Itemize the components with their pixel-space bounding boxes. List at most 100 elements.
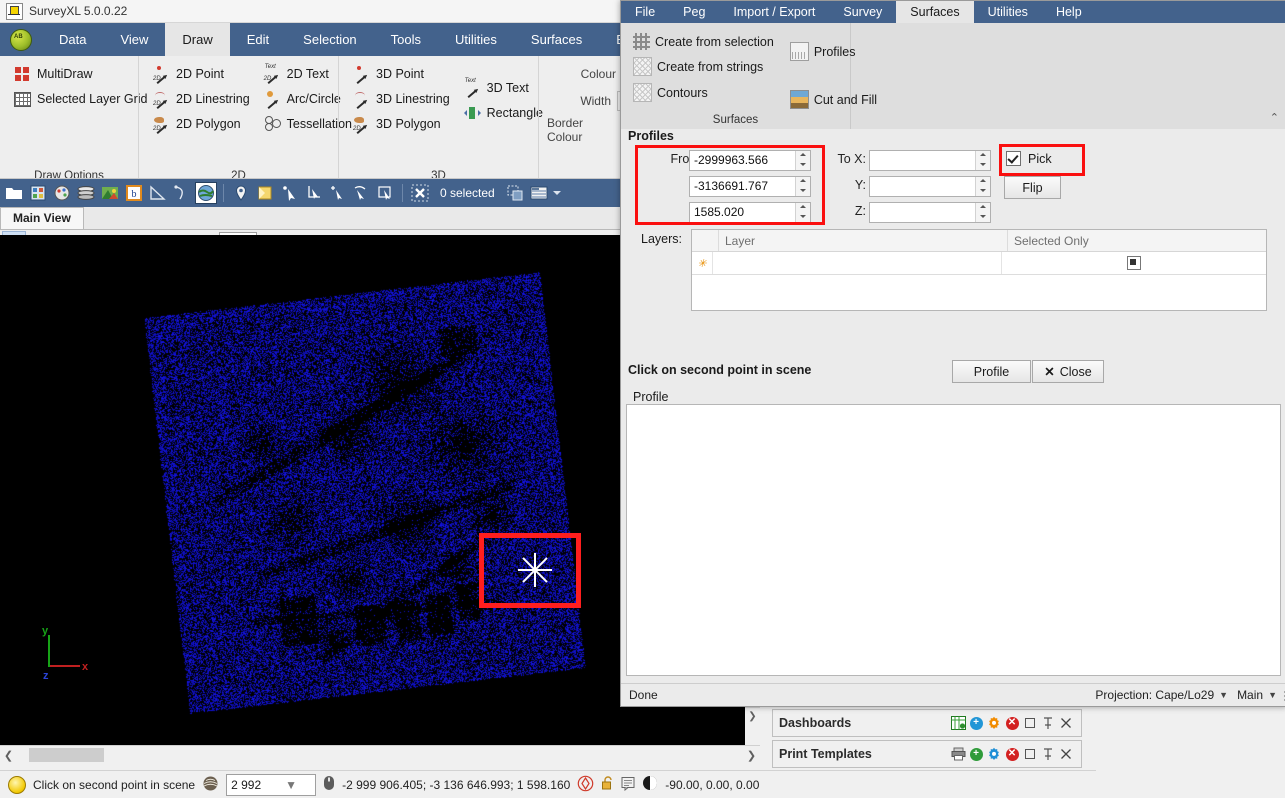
angle-icon[interactable] [148,183,168,203]
globe-icon[interactable] [196,183,216,203]
layers-table[interactable]: Layer Selected Only ✳ [691,229,1267,311]
add-icon[interactable]: + [967,714,985,732]
selected-only-cell[interactable] [1002,252,1266,274]
sw-item-create-from-selection[interactable]: Create from selection [627,30,780,53]
tab-edit[interactable]: Edit [230,23,286,56]
sw-item-create-from-strings[interactable]: Create from strings [627,54,780,79]
settings-icon[interactable] [985,714,1003,732]
pin-icon[interactable] [1039,714,1057,732]
from-z-spinner[interactable] [795,203,810,222]
to-z-spinner[interactable] [975,203,990,222]
scroll-right-icon[interactable]: ❯ [745,707,760,725]
close-icon[interactable] [1057,714,1075,732]
list-icon[interactable] [529,183,549,203]
delete-icon[interactable]: ✕ [1003,745,1021,763]
scroll-thumb[interactable] [29,748,104,762]
sw-tab-file[interactable]: File [621,1,669,23]
tab-view[interactable]: View [103,23,165,56]
flip-button[interactable]: Flip [1004,176,1061,199]
note-icon[interactable] [255,183,275,203]
open-folder-icon[interactable] [4,183,24,203]
to-y-spinner[interactable] [975,177,990,196]
profile-button[interactable]: Profile [952,360,1031,383]
b-tool-icon[interactable]: b [124,183,144,203]
app-menu-button[interactable] [0,23,42,56]
from-y-input[interactable]: -3136691.767 [689,176,811,197]
close-icon[interactable] [1057,745,1075,763]
sw-item-cut-and-fill[interactable]: Cut and Fill [784,87,883,112]
sw-item-contours[interactable]: Contours [627,80,780,105]
chevron-down-icon[interactable]: ▼ [1219,690,1228,700]
panel-dashboards[interactable]: Dashboards + ✕ [772,709,1082,737]
chevron-down-icon[interactable]: ▼ [1268,690,1277,700]
projection-label[interactable]: Projection: Cape/Lo29 [1095,688,1214,702]
pick-checkbox[interactable] [1006,151,1021,166]
from-x-input[interactable]: -2999963.566 [689,150,811,171]
layers-icon[interactable] [76,183,96,203]
to-x-spinner[interactable] [975,151,990,170]
message-icon[interactable] [621,776,635,794]
add-icon[interactable]: + [967,745,985,763]
pin-icon[interactable] [231,183,251,203]
sw-tab-surfaces[interactable]: Surfaces [896,1,973,23]
viewport-horizontal-scrollbar[interactable]: ❮ ❯ [0,745,760,764]
ribbon-item-2d-point[interactable]: 2D 2D Point [147,62,256,85]
ribbon-item-selected-layer-grid[interactable]: Selected Layer Grid [8,87,130,110]
close-button[interactable]: ✕ Close [1032,360,1104,383]
panel-print-templates[interactable]: Print Templates + ✕ [772,740,1082,768]
ribbon-item-multidraw[interactable]: MultiDraw [8,62,130,85]
lasso-select-icon[interactable] [351,183,371,203]
unlock-icon[interactable] [601,775,614,794]
image-icon[interactable] [100,183,120,203]
dashboard-grid-icon[interactable] [949,714,967,732]
sw-tab-help[interactable]: Help [1042,1,1096,23]
tab-main-view[interactable]: Main View [0,207,84,229]
copy-selection-icon[interactable] [505,183,525,203]
pick-checkbox-row[interactable]: Pick [1006,151,1052,166]
ribbon-item-2d-linestring[interactable]: 2D 2D Linestring [147,87,256,110]
settings-icon[interactable] [985,745,1003,763]
selected-only-checkbox[interactable] [1127,256,1141,270]
tab-surfaces[interactable]: Surfaces [514,23,599,56]
from-y-spinner[interactable] [795,177,810,196]
from-x-spinner[interactable] [795,151,810,170]
tab-tools[interactable]: Tools [374,23,438,56]
sw-tab-import-export[interactable]: Import / Export [719,1,829,23]
from-z-input[interactable]: 1585.020 [689,202,811,223]
warning-icon[interactable] [577,775,594,795]
sw-tab-utilities[interactable]: Utilities [974,1,1042,23]
table-row[interactable]: ✳ [692,252,1266,275]
to-z-input[interactable] [869,202,991,223]
ribbon-item-3d-polygon[interactable]: 2D 3D Polygon [347,112,456,135]
scroll-right-icon[interactable]: ❯ [743,749,760,762]
scroll-left-icon[interactable]: ❮ [0,749,17,762]
pin-icon[interactable] [1039,745,1057,763]
sw-tab-peg[interactable]: Peg [669,1,719,23]
palette-icon[interactable] [52,183,72,203]
ribbon-item-3d-text[interactable]: Text 3D Text [458,76,549,99]
scroll-track[interactable] [17,747,743,763]
clear-selection-icon[interactable] [410,183,430,203]
view-name-label[interactable]: Main [1237,688,1263,702]
toolbar-overflow-icon[interactable] [553,191,561,195]
maximize-icon[interactable] [1021,745,1039,763]
database-icon[interactable] [28,183,48,203]
tab-utilities[interactable]: Utilities [438,23,514,56]
to-y-input[interactable] [869,176,991,197]
select-point-icon[interactable] [279,183,299,203]
tab-data[interactable]: Data [42,23,103,56]
sw-item-profiles[interactable]: Profiles [784,39,883,64]
ribbon-item-3d-point[interactable]: 3D Point [347,62,456,85]
curve-icon[interactable] [172,183,192,203]
delete-icon[interactable]: ✕ [1003,714,1021,732]
ribbon-collapse-icon[interactable]: ⌃ [1270,111,1279,124]
layer-cell[interactable] [713,252,1002,274]
maximize-icon[interactable] [1021,714,1039,732]
to-x-input[interactable] [869,150,991,171]
point-count-dropdown[interactable]: 2 992 ▼ [226,774,316,796]
printer-icon[interactable] [949,745,967,763]
ribbon-item-3d-linestring[interactable]: 3D Linestring [347,87,456,110]
tab-selection[interactable]: Selection [286,23,373,56]
profile-output-area[interactable] [626,404,1281,676]
crop-select-icon[interactable] [303,183,323,203]
